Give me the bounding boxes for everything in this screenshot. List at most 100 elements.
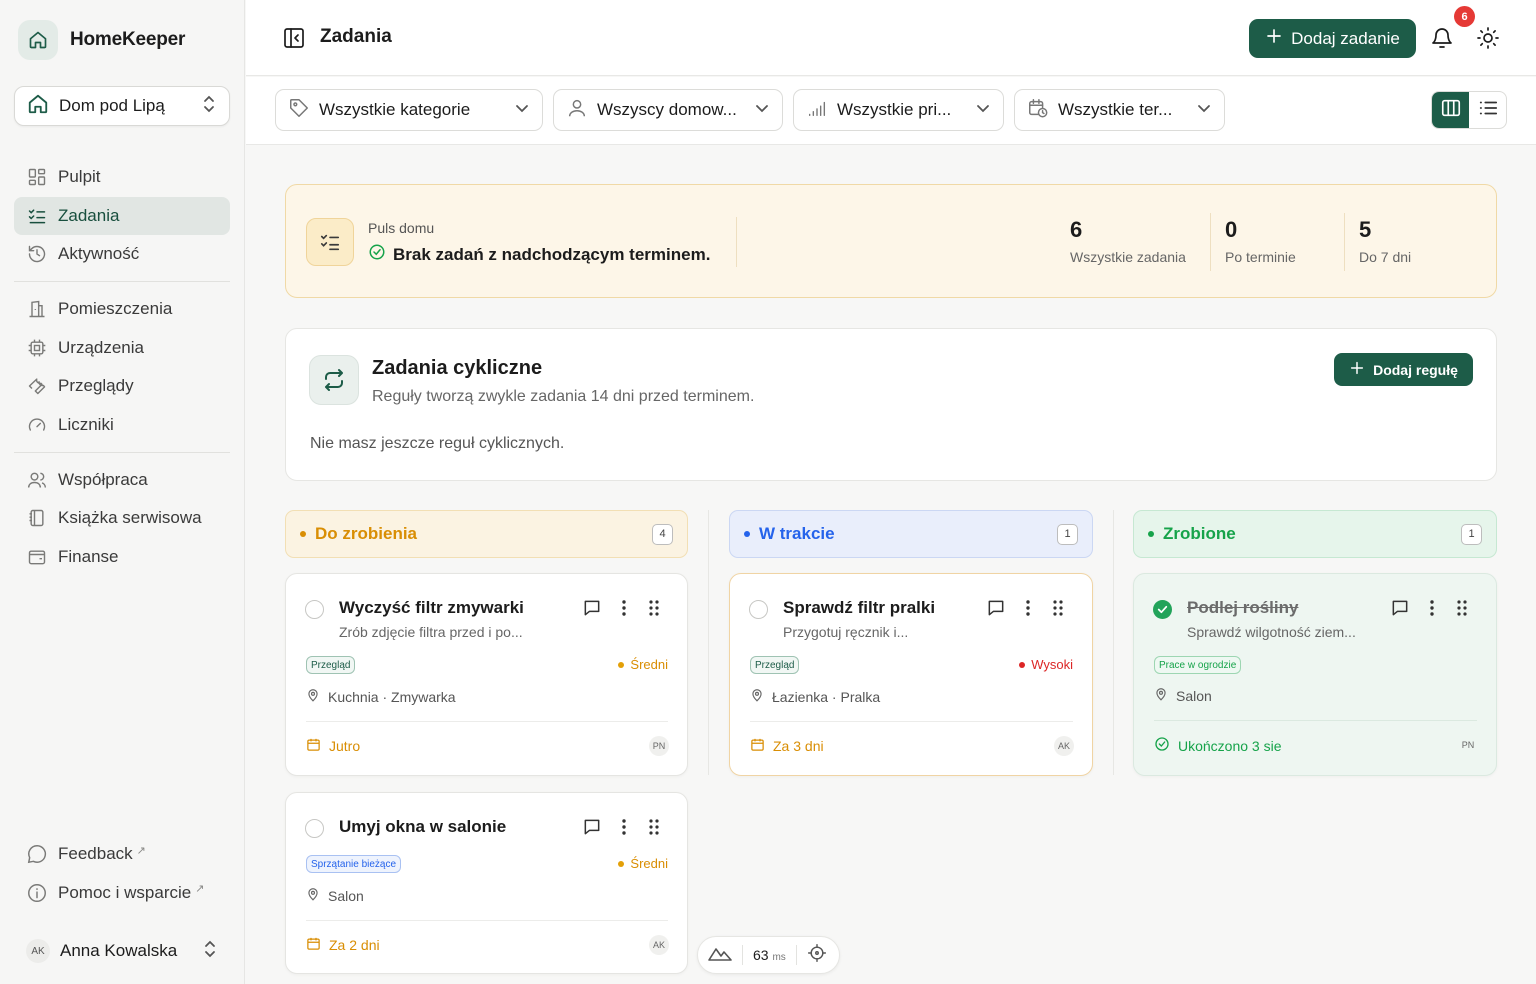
tag-icon: [288, 97, 310, 124]
sidebar-item-urzadzenia[interactable]: Urządzenia: [14, 329, 230, 367]
sun-icon[interactable]: [1476, 26, 1500, 55]
priority-dot: [618, 661, 625, 668]
recurring-empty-state: Nie masz jeszcze reguł cyklicznych.: [310, 435, 565, 452]
building-icon: [26, 298, 48, 320]
category-filter[interactable]: Wszystkie kategorie: [275, 89, 543, 131]
sidebar-item-finanse[interactable]: Finanse: [14, 538, 230, 576]
add-task-button[interactable]: Dodaj zadanie: [1249, 19, 1416, 58]
task-location: Łazienka · Pralka: [750, 688, 880, 705]
calendar-icon: [750, 737, 765, 755]
perf-readout: 63 ms: [753, 947, 786, 963]
task-card[interactable]: Wyczyść filtr zmywarki Zrób zdjęcie filt…: [285, 573, 688, 776]
drag-handle-icon[interactable]: [646, 598, 662, 623]
sidebar-item-przeglady[interactable]: Przeglądy: [14, 367, 230, 405]
home-selector[interactable]: Dom pod Lipą: [14, 86, 230, 126]
sidebar-item-pomieszczenia[interactable]: Pomieszczenia: [14, 290, 230, 328]
task-card[interactable]: Sprawdź filtr pralki Przygotuj ręcznik i…: [729, 573, 1093, 776]
column-divider: [1113, 510, 1114, 775]
sidebar-item-pulpit[interactable]: Pulpit: [14, 158, 230, 196]
more-vertical-icon[interactable]: [616, 598, 632, 623]
comment-icon[interactable]: [986, 598, 1006, 623]
priority-dot: [1019, 661, 1026, 668]
sidebar-item-aktywnosc[interactable]: Aktywność: [14, 235, 230, 273]
due-filter[interactable]: Wszystkie ter...: [1014, 89, 1225, 131]
notification-badge: 6: [1454, 6, 1475, 27]
footer-nav: Feedback ↗ Pomoc i wsparcie ↗: [14, 835, 230, 912]
perf-widget[interactable]: 63 ms: [697, 936, 840, 974]
tasks-icon: [26, 205, 48, 227]
category-filter-label: Wszystkie kategorie: [319, 100, 471, 119]
stat-label: Do 7 dni: [1359, 249, 1412, 265]
comment-icon[interactable]: [1390, 598, 1410, 623]
sidebar: HomeKeeper Dom pod Lipą Pulpit Zadania A…: [0, 0, 245, 984]
sidebar-item-zadania[interactable]: Zadania: [14, 196, 230, 235]
mountain-icon: [708, 944, 732, 967]
stat-value: 6: [1070, 217, 1083, 242]
assignee-avatar: PN: [1461, 740, 1475, 750]
view-toggle: [1431, 91, 1507, 129]
task-card[interactable]: Umyj okna w salonie Sprzątanie bieżące Ś…: [285, 792, 688, 974]
brand[interactable]: HomeKeeper: [18, 20, 185, 60]
comment-icon[interactable]: [582, 598, 602, 623]
task-title: Wyczyść filtr zmywarki: [339, 598, 524, 617]
more-vertical-icon[interactable]: [1020, 598, 1036, 623]
stat-next-7-days: 5 Do 7 dni: [1359, 217, 1411, 265]
check-circle-icon: [368, 243, 386, 266]
task-checkbox[interactable]: [305, 600, 324, 619]
task-location: Kuchnia · Zmywarka: [306, 688, 456, 705]
task-checkbox[interactable]: [305, 819, 324, 838]
sidebar-item-label: Pulpit: [58, 167, 101, 186]
completed-text: Ukończono 3 sie: [1178, 737, 1282, 754]
bell-icon[interactable]: [1430, 26, 1454, 55]
drag-handle-icon[interactable]: [1454, 598, 1470, 623]
drag-handle-icon[interactable]: [1050, 598, 1066, 623]
divider: [1344, 213, 1345, 271]
signal-icon: [806, 97, 828, 124]
board-view-button[interactable]: [1432, 92, 1469, 128]
stat-overdue: 0 Po terminie: [1225, 217, 1296, 265]
priority-filter[interactable]: Wszystkie pri...: [793, 89, 1004, 131]
sidebar-item-pomoc[interactable]: Pomoc i wsparcie ↗: [14, 874, 230, 912]
comment-icon[interactable]: [582, 817, 602, 842]
calendar-clock-icon: [1027, 97, 1049, 124]
drag-handle-icon[interactable]: [646, 817, 662, 842]
task-actions: [1390, 598, 1470, 623]
task-checkbox-checked[interactable]: [1153, 600, 1172, 619]
more-vertical-icon[interactable]: [1424, 598, 1440, 623]
sidebar-item-label: Współpraca: [58, 469, 148, 489]
column-divider: [708, 510, 709, 775]
location-text: Salon: [1176, 687, 1212, 704]
member-filter[interactable]: Wszyscy domow...: [553, 89, 783, 131]
category-tag: Przegląd: [750, 656, 800, 674]
sidebar-item-wspolpraca[interactable]: Współpraca: [14, 461, 230, 499]
sidebar-item-feedback[interactable]: Feedback ↗: [14, 835, 230, 873]
task-location: Salon: [1154, 687, 1212, 704]
user-menu[interactable]: AK Anna Kowalska: [14, 932, 230, 970]
home-logo-icon: [18, 20, 58, 60]
divider: [1210, 213, 1211, 271]
more-vertical-icon[interactable]: [616, 817, 632, 842]
column-count: 1: [1057, 523, 1078, 545]
category-tag: Prace w ogrodzie: [1154, 656, 1242, 674]
priority-dot: [618, 860, 625, 867]
add-rule-button[interactable]: Dodaj regułę: [1334, 353, 1473, 386]
list-view-button[interactable]: [1469, 92, 1506, 128]
sidebar-item-label: Książka serwisowa: [58, 508, 202, 527]
sidebar-item-liczniki[interactable]: Liczniki: [14, 406, 230, 444]
check-circle-icon: [1154, 736, 1170, 755]
task-card[interactable]: Podlej rośliny Sprawdź wilgotność ziem..…: [1133, 573, 1497, 776]
home-icon: [27, 93, 49, 120]
task-checkbox[interactable]: [749, 600, 768, 619]
calendar-icon: [306, 936, 321, 954]
map-pin-icon: [306, 887, 320, 904]
filter-bar: Wszystkie kategorie Wszyscy domow... Wsz…: [246, 77, 1536, 145]
user-name: Anna Kowalska: [60, 941, 178, 960]
sidebar-item-label: Przeglądy: [58, 376, 134, 395]
crosshair-icon[interactable]: [807, 943, 827, 968]
chevron-down-icon: [975, 100, 991, 121]
sidebar-item-ksiazka-serwisowa[interactable]: Książka serwisowa: [14, 499, 230, 537]
chevron-updown-icon: [202, 939, 218, 964]
sidebar-toggle-icon[interactable]: [282, 26, 306, 55]
grid-icon: [26, 166, 48, 188]
wallet-icon: [26, 546, 48, 568]
